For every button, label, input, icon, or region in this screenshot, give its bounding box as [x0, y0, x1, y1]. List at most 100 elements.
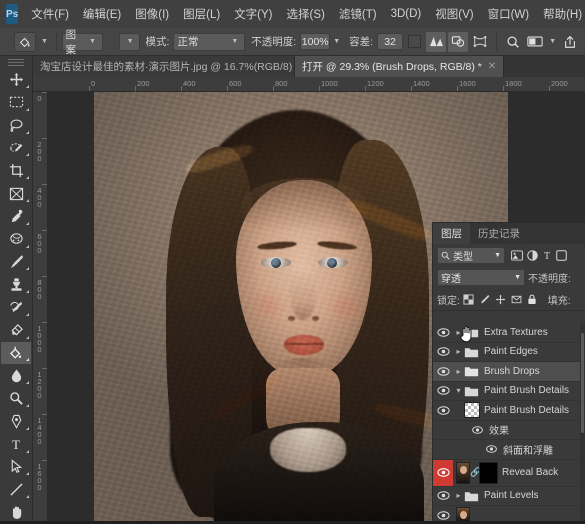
svg-text:T: T: [12, 437, 20, 452]
brush-tool[interactable]: [1, 251, 31, 274]
document-tab-2[interactable]: 打开 @ 29.3% (Brush Drops, RGB/8) * ✕: [295, 56, 505, 77]
tolerance-input[interactable]: 32: [377, 33, 404, 50]
share-icon[interactable]: [560, 32, 580, 52]
expand-chevron-icon[interactable]: ▸: [453, 491, 464, 500]
filter-type-select[interactable]: 类型 ▼: [437, 246, 505, 264]
gradient-icon[interactable]: [426, 31, 447, 52]
paint-bucket-tool[interactable]: [1, 341, 31, 365]
layer-thumbnail[interactable]: [456, 461, 470, 484]
chevron-down-icon: ▼: [231, 38, 239, 45]
path-selection-tool[interactable]: [1, 456, 31, 479]
color-swatch[interactable]: [404, 32, 424, 52]
menu-type[interactable]: 文字(Y): [227, 3, 279, 25]
search-icon[interactable]: [503, 32, 523, 52]
eye-icon[interactable]: [433, 347, 453, 357]
tool-preset-picker[interactable]: ▼: [14, 31, 51, 52]
shape-merge-icon[interactable]: [448, 31, 469, 52]
tools-panel-grip[interactable]: [8, 59, 24, 67]
layer-list[interactable]: ▸ Extra Textures ▸ Paint Edges ▸ Brush D…: [433, 323, 585, 524]
layer-thumbnail[interactable]: [464, 402, 480, 419]
eye-icon[interactable]: [483, 445, 499, 454]
layers-panel: 图层 历史记录 类型 ▼ T 穿透 ▼ 不透明度: 锁定: 填充: ▸ Extr…: [432, 222, 585, 524]
layer-row-paint-brush-details-layer[interactable]: Paint Brush Details: [433, 401, 585, 421]
layer-row-reveal-back[interactable]: 🔗 Reveal Back: [433, 459, 585, 487]
layer-row-extra-textures[interactable]: ▸ Extra Textures: [433, 323, 585, 343]
workspace-chevron-icon[interactable]: ▼: [546, 38, 559, 45]
opacity-chevron-icon[interactable]: ▼: [330, 38, 343, 45]
chevron-down-icon: ▼: [494, 251, 501, 259]
workspace-icon[interactable]: [525, 32, 545, 52]
eye-icon[interactable]: [433, 405, 453, 415]
marquee-tool[interactable]: [1, 91, 31, 114]
eye-icon[interactable]: [469, 425, 485, 434]
photoshop-window: Ps 文件(F) 编辑(E) 图像(I) 图层(L) 文字(Y) 选择(S) 滤…: [0, 0, 585, 524]
line-tool[interactable]: [1, 478, 31, 501]
type-tool[interactable]: T: [1, 433, 31, 456]
tab-history[interactable]: 历史记录: [470, 223, 528, 244]
document-tab-1[interactable]: 淘宝店设计最佳的素材·演示图片.jpg @ 16.7%(RGB/8) ✕: [33, 56, 295, 77]
tab-layers[interactable]: 图层: [433, 223, 470, 244]
eye-icon[interactable]: [433, 366, 453, 376]
menu-window[interactable]: 窗口(W): [481, 3, 537, 25]
menu-image[interactable]: 图像(I): [128, 3, 176, 25]
ruler-v-tick: 0: [35, 94, 44, 101]
dodge-tool[interactable]: [1, 387, 31, 410]
close-icon[interactable]: ✕: [488, 61, 496, 72]
blend-mode-select[interactable]: 正常 ▼: [173, 32, 246, 51]
ruler-v-tick: 800: [35, 278, 44, 299]
layer-row-paint-levels[interactable]: ▸ Paint Levels: [433, 487, 585, 506]
healing-brush-tool[interactable]: [1, 228, 31, 251]
lock-all-icon[interactable]: [527, 294, 537, 305]
clone-stamp-tool[interactable]: [1, 273, 31, 296]
blend-mode-select[interactable]: 穿透 ▼: [437, 268, 525, 286]
quick-selection-tool[interactable]: [1, 137, 31, 160]
eye-icon[interactable]: [433, 386, 453, 396]
menu-help[interactable]: 帮助(H): [536, 3, 585, 25]
menu-filter[interactable]: 滤镜(T): [332, 3, 384, 25]
crop-tool[interactable]: [1, 159, 31, 182]
lock-transparency-icon[interactable]: [463, 293, 474, 305]
lock-image-icon[interactable]: [479, 294, 490, 305]
eye-icon[interactable]: [433, 510, 453, 520]
expand-chevron-icon[interactable]: ▸: [453, 328, 464, 337]
tool-preset-chevron-icon[interactable]: ▼: [38, 38, 51, 45]
layers-scrollbar[interactable]: [580, 323, 585, 524]
menu-layer[interactable]: 图层(L): [176, 3, 227, 25]
layer-row-brush-drops[interactable]: ▸ Brush Drops: [433, 362, 585, 382]
lasso-tool[interactable]: [1, 114, 31, 137]
move-tool[interactable]: [1, 68, 31, 91]
lock-position-icon[interactable]: [495, 294, 506, 305]
eye-icon[interactable]: [433, 459, 453, 486]
tolerance-label: 容差:: [349, 36, 374, 48]
layer-row-effects[interactable]: 效果: [433, 421, 585, 440]
menu-view[interactable]: 视图(V): [428, 3, 480, 25]
pattern-preview-picker[interactable]: ▼: [118, 32, 140, 51]
history-brush-tool[interactable]: [1, 296, 31, 319]
blur-tool[interactable]: [1, 364, 31, 387]
blend-mode-value: 正常: [177, 36, 199, 48]
menu-file[interactable]: 文件(F): [24, 3, 76, 25]
lock-artboard-icon[interactable]: [511, 294, 522, 305]
layer-row-paint-edges[interactable]: ▸ Paint Edges: [433, 343, 585, 362]
eye-icon[interactable]: [433, 327, 453, 337]
layer-name: Paint Brush Details: [484, 404, 570, 416]
layer-mask-thumbnail[interactable]: [479, 461, 498, 484]
warp-transform-icon[interactable]: [470, 32, 490, 52]
eye-icon[interactable]: [433, 491, 453, 501]
fill-source-select[interactable]: 图案 ▼: [61, 29, 103, 56]
menu-select[interactable]: 选择(S): [280, 3, 332, 25]
eraser-tool[interactable]: [1, 319, 31, 342]
pen-tool[interactable]: [1, 410, 31, 433]
opacity-input[interactable]: 100%: [300, 33, 331, 50]
layer-row-paint-brush-details-group[interactable]: ▾ Paint Brush Details: [433, 382, 585, 401]
menu-edit[interactable]: 编辑(E): [76, 3, 128, 25]
collapse-chevron-icon[interactable]: ▾: [453, 386, 464, 395]
eyedropper-tool[interactable]: [1, 205, 31, 228]
link-icon[interactable]: 🔗: [470, 467, 481, 478]
document-tab-1-label: 淘宝店设计最佳的素材·演示图片.jpg @ 16.7%(RGB/8): [40, 61, 293, 73]
expand-chevron-icon[interactable]: ▸: [453, 347, 464, 356]
frame-tool[interactable]: [1, 182, 31, 205]
menu-3d[interactable]: 3D(D): [384, 5, 429, 23]
layer-row-bevel-emboss[interactable]: 斜面和浮雕: [433, 440, 585, 460]
expand-chevron-icon[interactable]: ▸: [453, 367, 464, 376]
